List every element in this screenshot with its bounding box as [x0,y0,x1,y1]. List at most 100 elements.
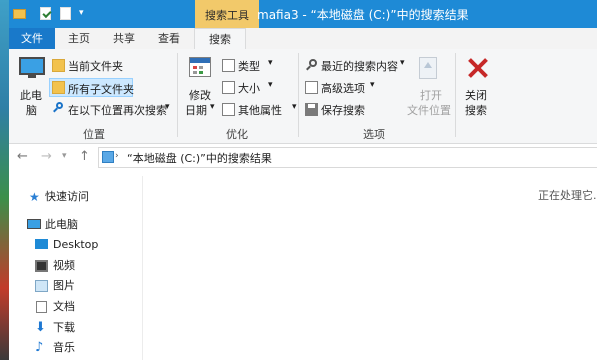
save-search-button[interactable]: 保存搜索 [303,101,373,118]
chevron-down-icon: ▾ [370,80,375,90]
search-icon [305,59,318,72]
navigation-pane: ★ 快速访问 此电脑 Desktop 视频 图片 文档 ⬇ 下载 ♪ 音乐 [9,176,143,360]
tab-search[interactable]: 搜索 [194,28,246,51]
all-subfolders-button[interactable]: 所有子文件夹 [49,78,134,97]
chevron-down-icon: ▾ [210,102,215,112]
tab-home[interactable]: 主页 [61,28,97,49]
pictures-icon [35,280,48,292]
open-location-label-line2: 文件位置 [407,104,451,117]
advanced-options-icon [305,81,318,94]
nav-item-downloads[interactable]: ⬇ 下载 [35,319,139,337]
refine-group-label: 优化 [226,128,248,141]
monitor-icon [27,219,41,229]
current-folder-label: 当前文件夹 [68,60,123,73]
properties-icon[interactable] [39,6,52,21]
chevron-right-icon: › [115,151,119,161]
group-separator [455,53,456,137]
address-bar[interactable]: › “本地磁盘 (C:)”中的搜索结果 [98,147,597,168]
current-folder-button[interactable]: 当前文件夹 [50,57,140,74]
download-arrow-icon: ⬇ [35,320,46,335]
kind-label: 类型 [238,60,260,73]
documents-icon [36,301,47,313]
nav-item-label: 下载 [53,321,75,334]
close-search-button[interactable]: 关闭 搜索 [459,55,495,121]
open-file-location-button[interactable]: 打开 文件位置 [405,55,451,121]
ribbon-tabs: 文件 主页 共享 查看 搜索 [9,28,597,51]
search-status-text: 正在处理它... [538,189,597,202]
star-icon: ★ [29,190,40,204]
size-button[interactable]: 大小 ▾ [220,79,278,96]
kind-icon [222,59,235,72]
all-subfolders-label: 所有子文件夹 [68,83,134,96]
properties-icon [222,103,235,116]
close-search-label-line2: 搜索 [465,104,487,117]
nav-quick-access[interactable]: ★ 快速访问 [29,188,139,206]
folder-icon [13,6,26,21]
search-again-button[interactable]: 在以下位置再次搜索 ▾ [50,101,172,118]
nav-item-label: 文档 [53,300,75,313]
up-arrow-icon[interactable]: ↑ [79,149,90,164]
search-tools-context-label: 搜索工具 [205,9,249,22]
ribbon: 此电 脑 当前文件夹 所有子文件夹 在以下位置再次搜索 ▾ 位置 修改 日期 ▾ [9,49,597,144]
folder-icon [52,81,65,94]
this-pc-label-line2: 脑 [26,104,37,117]
desktop-icon [35,239,48,249]
title-bar: ▾ 搜索工具 mafia3 - “本地磁盘 (C:)”中的搜索结果 [9,0,597,28]
search-again-label: 在以下位置再次搜索 [68,104,167,117]
nav-item-videos[interactable]: 视频 [35,257,139,275]
address-bar-row: ← → ▾ ↑ › “本地磁盘 (C:)”中的搜索结果 [9,144,597,170]
nav-quick-access-label: 快速访问 [45,190,89,203]
this-pc-button[interactable]: 此电 脑 [17,55,47,121]
other-properties-button[interactable]: 其他属性 ▾ [220,101,302,118]
group-separator [298,53,299,137]
folder-icon [52,59,65,72]
tab-file[interactable]: 文件 [9,28,55,49]
nav-item-label: 视频 [53,259,75,272]
nav-item-label: 音乐 [53,341,75,354]
video-icon [35,260,48,272]
close-search-label-line1: 关闭 [465,89,487,102]
advanced-options-label: 高级选项 [321,82,365,95]
open-location-icon [419,57,437,79]
new-folder-icon[interactable] [59,6,72,21]
nav-item-label: Desktop [53,238,99,251]
chevron-down-icon: ▾ [268,80,273,90]
nav-item-music[interactable]: ♪ 音乐 [35,339,139,357]
size-label: 大小 [238,82,260,95]
tab-share[interactable]: 共享 [106,28,142,49]
date-modified-label-line1: 修改 [189,89,211,102]
this-pc-label-line1: 此电 [20,89,42,102]
calendar-icon [189,57,211,77]
monitor-icon [19,57,45,75]
quick-access-dropdown-icon[interactable]: ▾ [79,8,92,23]
save-icon [305,103,318,116]
desktop-background-strip [0,0,9,360]
window-title: mafia3 - “本地磁盘 (C:)”中的搜索结果 [257,8,469,22]
date-modified-label-line2: 日期 [185,104,207,117]
recent-locations-chevron-icon[interactable]: ▾ [62,151,67,161]
back-arrow-icon[interactable]: ← [17,149,28,164]
open-location-label-line1: 打开 [420,89,442,102]
nav-item-label: 图片 [53,279,75,292]
close-icon [467,57,489,79]
music-note-icon: ♪ [35,340,44,355]
advanced-options-button[interactable]: 高级选项 ▾ [303,79,379,96]
forward-arrow-icon[interactable]: → [41,149,52,164]
chevron-down-icon: ▾ [292,102,297,112]
date-modified-button[interactable]: 修改 日期 ▾ [183,55,219,121]
options-group-label: 选项 [363,128,385,141]
nav-this-pc[interactable]: 此电脑 [27,216,137,234]
search-results-icon [102,151,114,163]
search-icon [52,102,65,115]
nav-item-desktop[interactable]: Desktop [35,236,139,254]
location-group-label: 位置 [83,128,105,141]
tab-view[interactable]: 查看 [151,28,187,49]
save-search-label: 保存搜索 [321,104,365,117]
nav-item-pictures[interactable]: 图片 [35,277,139,295]
recent-searches-button[interactable]: 最近的搜索内容 ▾ [303,57,407,74]
other-properties-label: 其他属性 [238,104,282,117]
size-icon [222,81,235,94]
kind-button[interactable]: 类型 ▾ [220,57,278,74]
nav-item-documents[interactable]: 文档 [35,298,139,316]
chevron-down-icon: ▾ [165,102,170,112]
